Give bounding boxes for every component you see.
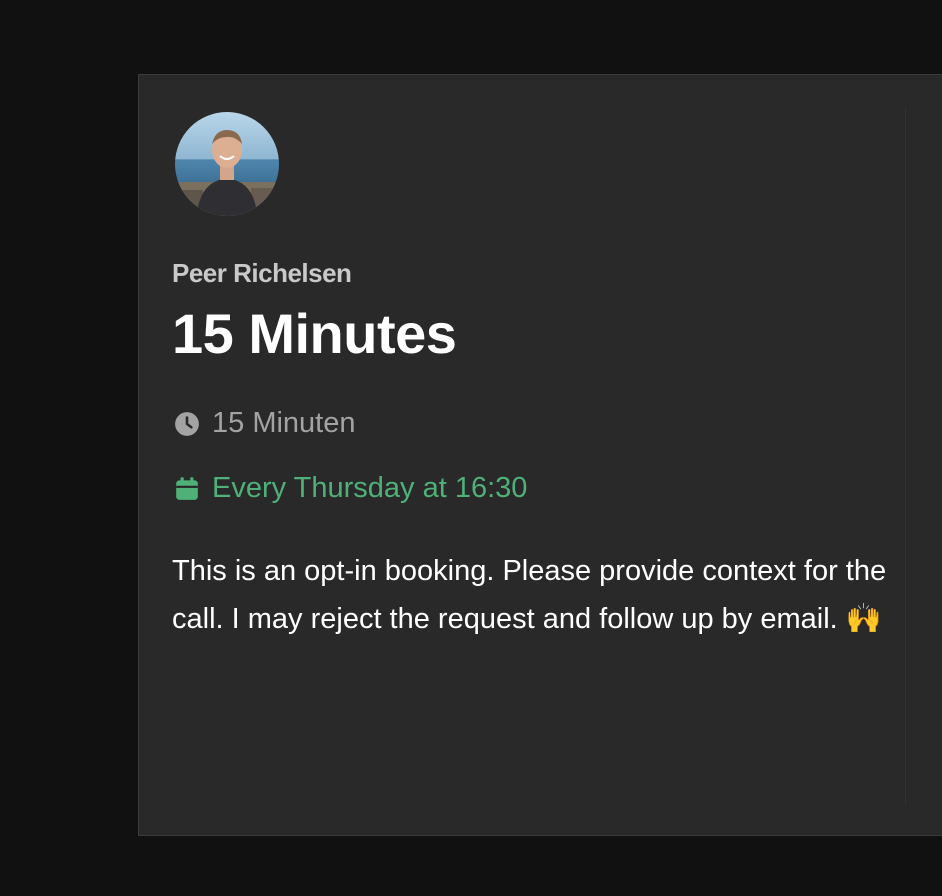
duration-row: 15 Minuten (174, 407, 356, 440)
schedule-row: Every Thursday at 16:30 (174, 472, 527, 505)
booking-card: Peer Richelsen 15 Minutes 15 Minuten Eve… (138, 74, 942, 836)
event-title: 15 Minutes (172, 302, 457, 365)
clock-icon (174, 411, 200, 437)
column-divider (905, 107, 906, 805)
host-name: Peer Richelsen (172, 258, 352, 288)
calendar-icon (174, 476, 200, 502)
schedule-label: Every Thursday at 16:30 (212, 472, 528, 504)
event-description: This is an opt-in booking. Please provid… (172, 555, 887, 635)
duration-label: 15 Minuten (212, 407, 356, 439)
host-avatar (175, 112, 279, 216)
